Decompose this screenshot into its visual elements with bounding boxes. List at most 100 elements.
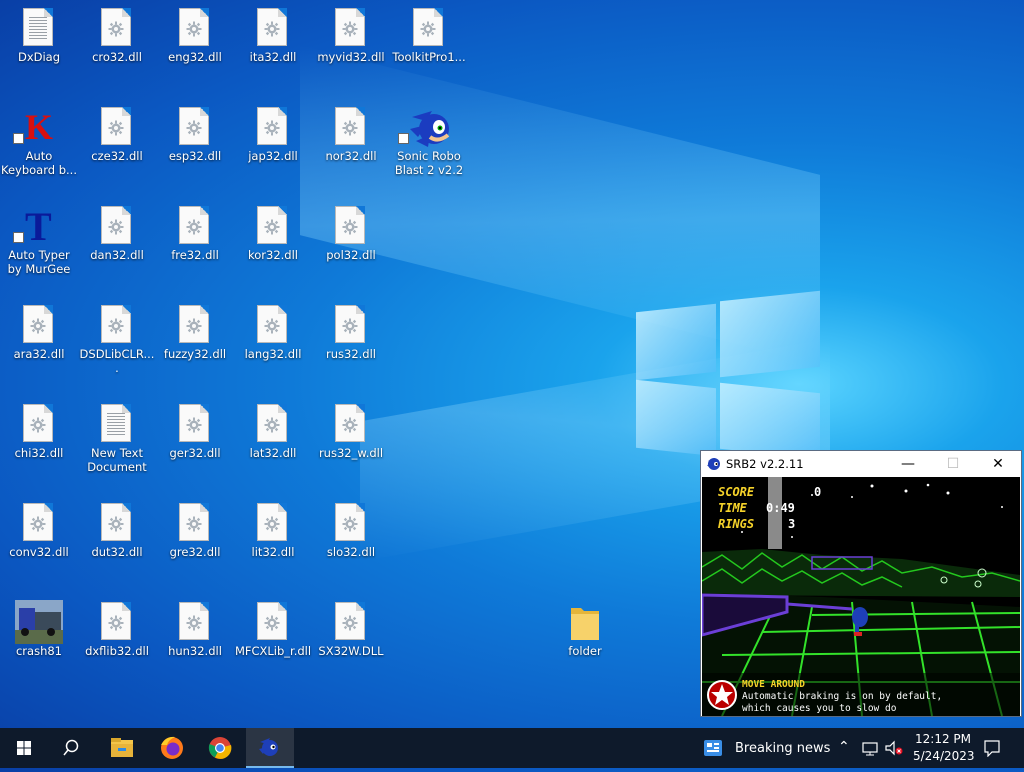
file-explorer-icon xyxy=(111,738,133,757)
dll-file-icon xyxy=(335,206,367,246)
desktop-icon-label: nor32.dll xyxy=(325,149,377,163)
desktop-icon[interactable]: nor32.dll xyxy=(312,99,390,195)
desktop-icon[interactable]: dan32.dll xyxy=(78,198,156,294)
taskbar-file-explorer[interactable] xyxy=(98,728,146,768)
desktop-icon[interactable]: slo32.dll xyxy=(312,495,390,591)
dll-file-icon xyxy=(335,8,367,48)
desktop-icon[interactable]: conv32.dll xyxy=(0,495,78,591)
desktop-icon[interactable]: eng32.dll xyxy=(156,0,234,96)
desktop-icon[interactable]: folder xyxy=(546,594,624,690)
desktop-icon-label: New Text Document xyxy=(87,446,147,474)
desktop-icon[interactable]: New Text Document xyxy=(78,396,156,492)
start-button[interactable] xyxy=(0,728,48,768)
desktop-icon[interactable]: dxflib32.dll xyxy=(78,594,156,690)
game-viewport[interactable]: SCORE 0 TIME 0:49 RINGS 3 MOVE AROUND Au… xyxy=(702,477,1020,716)
desktop-icon[interactable]: fuzzy32.dll xyxy=(156,297,234,393)
desktop-icon-label: dut32.dll xyxy=(91,545,143,559)
desktop-icon[interactable]: ita32.dll xyxy=(234,0,312,96)
dll-file-icon xyxy=(257,404,289,444)
dll-file-icon xyxy=(23,404,55,444)
desktop-icon[interactable]: lat32.dll xyxy=(234,396,312,492)
dll-file-icon xyxy=(257,8,289,48)
desktop-icon-label: pol32.dll xyxy=(326,248,376,262)
news-widget-label[interactable]: Breaking news xyxy=(735,741,830,756)
maximize-button[interactable]: ☐ xyxy=(930,451,976,477)
desktop-icon[interactable]: hun32.dll xyxy=(156,594,234,690)
tip-line-2: which causes you to slow do xyxy=(742,703,897,714)
desktop-icon[interactable]: fre32.dll xyxy=(156,198,234,294)
desktop-icon[interactable]: MFCXLib_r.dll xyxy=(234,594,312,690)
wallpaper-windows-logo xyxy=(636,290,822,460)
dll-file-icon xyxy=(101,206,133,246)
desktop-icon[interactable]: gre32.dll xyxy=(156,495,234,591)
taskbar-chrome[interactable] xyxy=(196,728,244,768)
desktop-icon-label: SX32W.DLL xyxy=(318,644,384,658)
desktop-icon[interactable]: K Auto Keyboard b... xyxy=(0,99,78,195)
desktop-icon[interactable]: SX32W.DLL xyxy=(312,594,390,690)
desktop-icon[interactable]: dut32.dll xyxy=(78,495,156,591)
minimize-button[interactable]: — xyxy=(885,451,931,477)
dll-file-icon xyxy=(257,305,289,345)
desktop-icon[interactable]: lang32.dll xyxy=(234,297,312,393)
desktop-icon[interactable]: DxDiag xyxy=(0,0,78,96)
desktop-icon[interactable]: T Auto Typer by MurGee xyxy=(0,198,78,294)
desktop-icon[interactable]: cze32.dll xyxy=(78,99,156,195)
desktop-icon[interactable]: jap32.dll xyxy=(234,99,312,195)
windows-start-icon xyxy=(17,741,31,755)
desktop-icon[interactable]: kor32.dll xyxy=(234,198,312,294)
dll-file-icon xyxy=(101,503,133,543)
dll-file-icon xyxy=(335,305,367,345)
desktop-icon[interactable]: crash81 xyxy=(0,594,78,690)
desktop-icon[interactable]: rus32.dll xyxy=(312,297,390,393)
dll-file-icon xyxy=(179,107,211,147)
desktop-icon[interactable]: ara32.dll xyxy=(0,297,78,393)
desktop-icon-label: rus32.dll xyxy=(326,347,376,361)
desktop-icon[interactable]: ger32.dll xyxy=(156,396,234,492)
hud-rings-label: RINGS xyxy=(718,517,755,531)
hud-rings-value: 3 xyxy=(788,517,796,531)
desktop-icon-label: Sonic Robo Blast 2 v2.2 xyxy=(394,149,464,177)
taskbar-firefox[interactable] xyxy=(148,728,196,768)
news-icon[interactable] xyxy=(704,740,722,756)
desktop-icon-label: cze32.dll xyxy=(91,149,143,163)
search-button[interactable] xyxy=(48,728,96,768)
close-button[interactable]: ✕ xyxy=(975,451,1021,477)
desktop-icon[interactable]: myvid32.dll xyxy=(312,0,390,96)
sonic-icon xyxy=(707,458,720,470)
svg-text:T: T xyxy=(25,206,52,246)
dll-file-icon xyxy=(23,305,55,345)
network-icon[interactable] xyxy=(862,740,878,756)
desktop-icon-label: chi32.dll xyxy=(14,446,64,460)
desktop-icon-label: conv32.dll xyxy=(9,545,69,559)
clock-time[interactable]: 12:12 PM xyxy=(915,732,971,746)
text-file-icon xyxy=(101,404,133,444)
desktop-icon-label: DxDiag xyxy=(17,50,61,64)
window-titlebar[interactable]: SRB2 v2.2.11 — ☐ ✕ xyxy=(701,451,1021,477)
desktop-icon-label: ita32.dll xyxy=(249,50,297,64)
desktop-icon[interactable]: cro32.dll xyxy=(78,0,156,96)
desktop-icon[interactable]: lit32.dll xyxy=(234,495,312,591)
dll-file-icon xyxy=(179,602,211,642)
desktop-icon-label: ger32.dll xyxy=(169,446,221,460)
desktop-icon-label: lit32.dll xyxy=(251,545,295,559)
clock-date[interactable]: 5/24/2023 xyxy=(913,749,975,763)
tip-title: MOVE AROUND xyxy=(742,679,805,690)
desktop-icon[interactable]: rus32_w.dll xyxy=(312,396,390,492)
desktop-icon-label: fuzzy32.dll xyxy=(163,347,227,361)
taskbar-srb2[interactable] xyxy=(246,728,294,768)
desktop-icon[interactable]: chi32.dll xyxy=(0,396,78,492)
desktop-icon-label: ara32.dll xyxy=(13,347,65,361)
notification-center-icon[interactable] xyxy=(983,739,1001,757)
dll-file-icon xyxy=(335,404,367,444)
srb2-window[interactable]: SRB2 v2.2.11 — ☐ ✕ SCORE 0 TIME 0:49 RIN… xyxy=(700,450,1022,717)
desktop-icon[interactable]: ToolkitPro1... xyxy=(390,0,468,96)
dll-file-icon xyxy=(23,503,55,543)
volume-muted-icon[interactable] xyxy=(885,740,903,756)
desktop-icon-label: Auto Typer by MurGee xyxy=(7,248,71,276)
chevron-up-icon[interactable]: ⌃ xyxy=(838,739,850,755)
desktop-icon[interactable]: DSDLibCLR.... xyxy=(78,297,156,393)
desktop-icon[interactable]: esp32.dll xyxy=(156,99,234,195)
desktop-icon[interactable]: pol32.dll xyxy=(312,198,390,294)
desktop-icon[interactable]: Sonic Robo Blast 2 v2.2 xyxy=(390,99,468,195)
desktop-icon-label: dxflib32.dll xyxy=(85,644,149,658)
